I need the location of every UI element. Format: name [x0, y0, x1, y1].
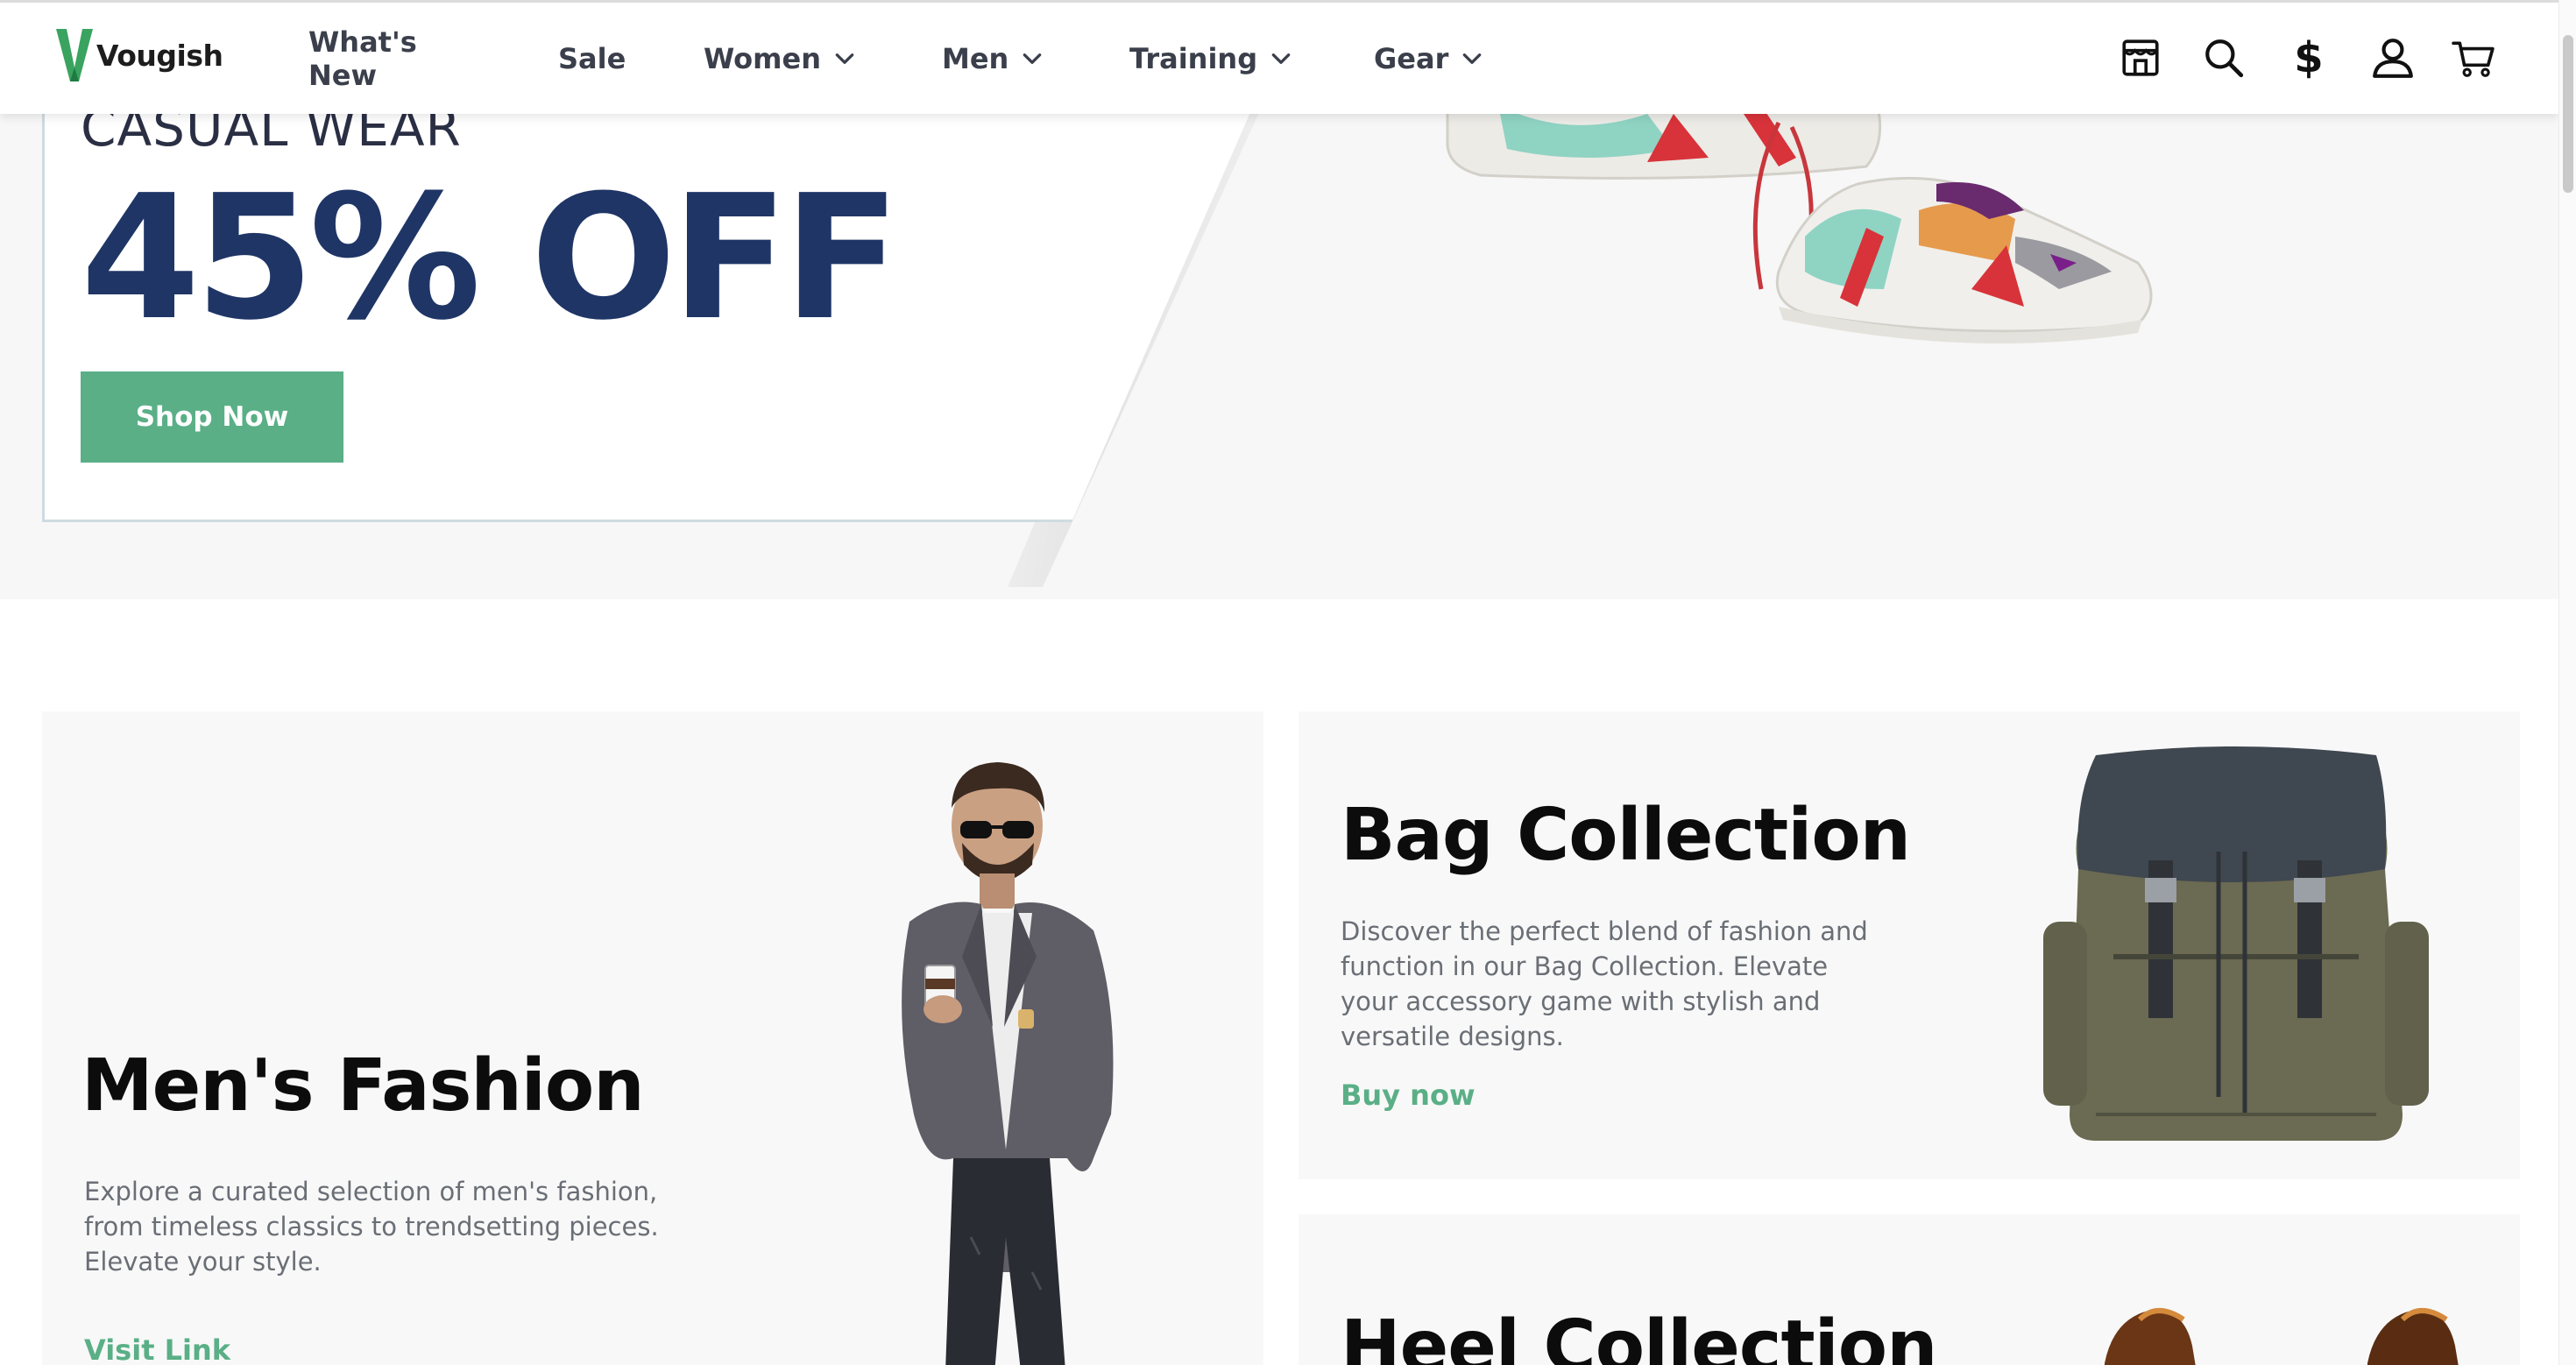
- heel-collection-title: Heel Collection: [1341, 1305, 1937, 1365]
- bag-collection-title: Bag Collection: [1341, 794, 1911, 877]
- bag-collection-card: Bag Collection Discover the perfect blen…: [1299, 711, 2520, 1179]
- nav-label: What's New: [308, 25, 417, 92]
- nav-whats-new[interactable]: What's New: [308, 25, 417, 92]
- site-header: Vougish What's New Sale Women Men Traini…: [0, 0, 2558, 114]
- nav-training[interactable]: Training: [1129, 39, 1292, 79]
- heel-collection-card: Heel Collection: [1299, 1214, 2520, 1365]
- search-icon: [2205, 39, 2244, 78]
- bag-collection-description: Discover the perfect blend of fashion an…: [1341, 916, 1868, 1051]
- sneakers-image: [1446, 95, 2153, 343]
- chevron-down-icon: [1271, 53, 1291, 64]
- chevron-down-icon: [1463, 53, 1482, 64]
- brand-logo[interactable]: Vougish: [54, 27, 223, 83]
- chevron-down-icon: [835, 53, 854, 64]
- nav-gear[interactable]: Gear: [1374, 39, 1483, 79]
- page-scrollbar[interactable]: [2558, 0, 2576, 1365]
- hero-headline: 45% OFF: [81, 159, 901, 358]
- mens-fashion-description: Explore a curated selection of men's fas…: [84, 1177, 659, 1277]
- nav-label: Training: [1129, 42, 1258, 75]
- mens-fashion-title: Men's Fashion: [81, 1044, 645, 1128]
- brand-name: Vougish: [96, 38, 223, 73]
- cart-icon: [2452, 41, 2495, 77]
- account-icon: [2373, 39, 2413, 78]
- heels-image: [2105, 1308, 2459, 1365]
- shop-now-button[interactable]: Shop Now: [81, 371, 343, 463]
- nav-label: Sale: [558, 42, 626, 75]
- currency-icon: $: [2294, 33, 2324, 82]
- mens-fashion-visit-link[interactable]: Visit Link: [84, 1333, 230, 1365]
- account-button[interactable]: [2368, 33, 2417, 82]
- nav-men[interactable]: Men: [942, 39, 1044, 79]
- nav-label: Gear: [1374, 42, 1449, 75]
- mens-fashion-card: Men's Fashion Explore a curated selectio…: [42, 711, 1263, 1365]
- search-button[interactable]: [2199, 33, 2248, 82]
- nav-sale[interactable]: Sale: [558, 39, 626, 79]
- nav-women[interactable]: Women: [704, 39, 856, 79]
- bag-collection-buy-now-link[interactable]: Buy now: [1341, 1079, 1476, 1112]
- scrollbar-thumb[interactable]: [2563, 35, 2573, 193]
- nav-label: Men: [942, 42, 1009, 75]
- logo-v-icon: [56, 29, 93, 81]
- cart-button[interactable]: [2449, 33, 2498, 82]
- nav-label: Women: [704, 42, 821, 75]
- store-locator-button[interactable]: [2116, 33, 2165, 82]
- backpack-image: [2043, 746, 2429, 1141]
- chevron-down-icon: [1023, 53, 1042, 64]
- store-icon: [2122, 39, 2159, 76]
- currency-button[interactable]: $: [2284, 33, 2333, 82]
- mens-fashion-model-image: [902, 762, 1114, 1365]
